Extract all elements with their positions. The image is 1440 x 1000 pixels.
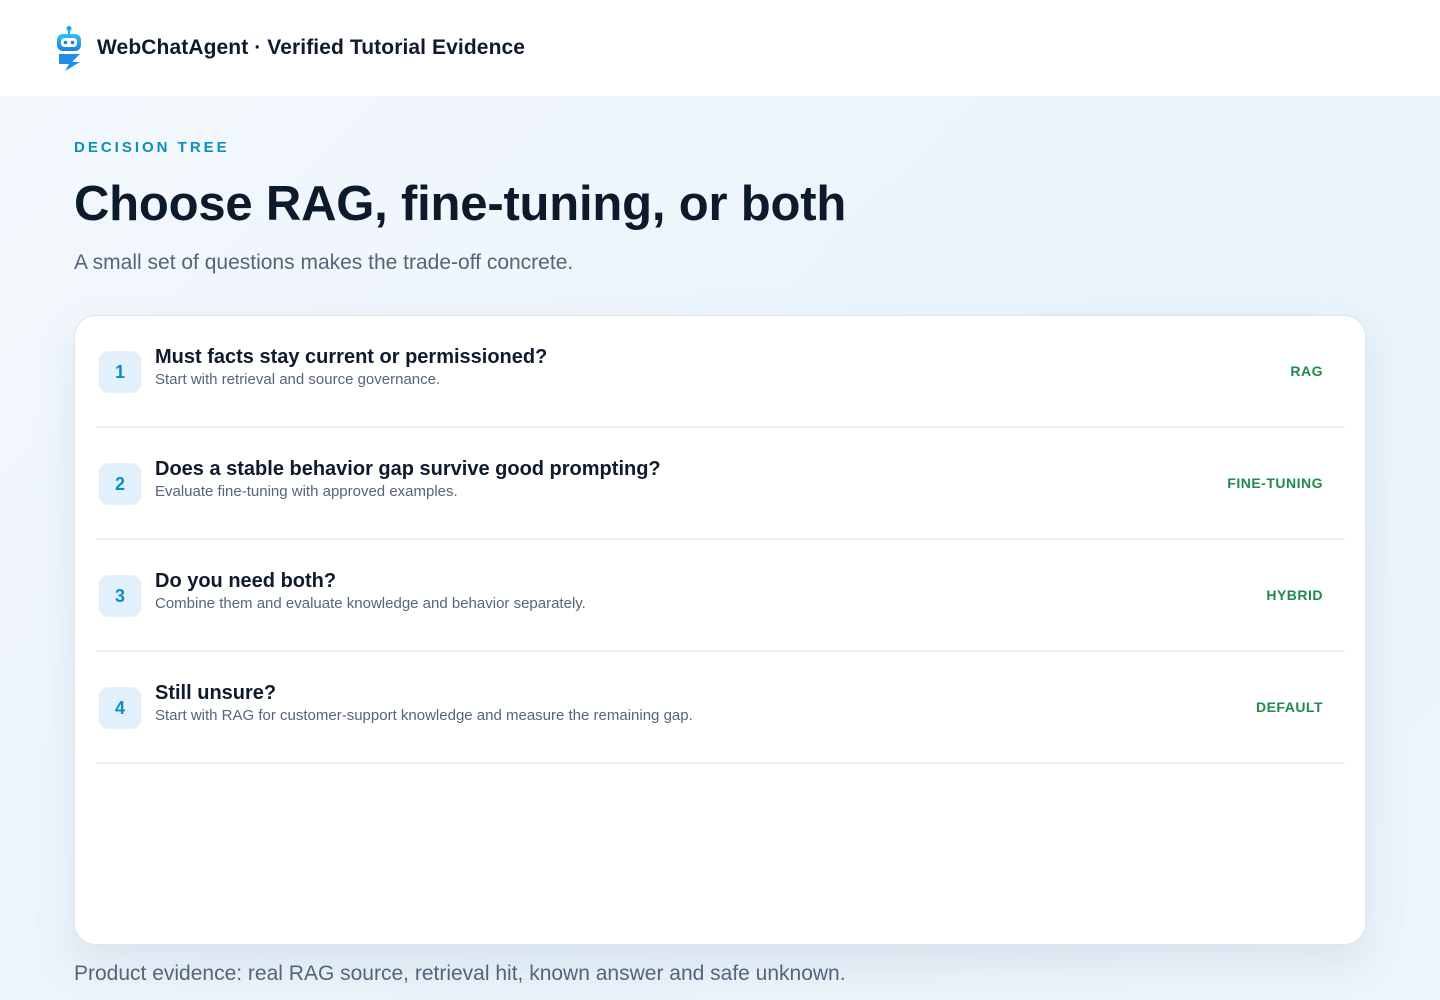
decision-answer: Combine them and evaluate knowledge and … <box>155 595 586 612</box>
decision-row: 4 Still unsure? Start with RAG for custo… <box>97 652 1345 764</box>
decision-tag: FINE-TUNING <box>1227 475 1323 491</box>
section-eyebrow: DECISION TREE <box>74 139 230 156</box>
main-content: DECISION TREE Choose RAG, fine-tuning, o… <box>0 96 1440 1000</box>
step-number-badge: 4 <box>99 687 141 729</box>
decision-question: Must facts stay current or permissioned? <box>155 346 548 368</box>
brand-title: WebChatAgent · Verified Tutorial Evidenc… <box>97 36 526 59</box>
step-number-badge: 3 <box>99 575 141 617</box>
decision-tag: DEFAULT <box>1255 699 1323 715</box>
decision-tag: RAG <box>1290 363 1323 379</box>
step-number-badge: 2 <box>99 463 141 505</box>
decision-row: 3 Do you need both? Combine them and eva… <box>97 540 1345 652</box>
decision-tag: HYBRID <box>1266 587 1323 603</box>
decision-question: Do you need both? <box>155 570 337 592</box>
decision-row: 1 Must facts stay current or permissione… <box>97 316 1345 428</box>
page-subtitle: A small set of questions makes the trade… <box>74 251 574 274</box>
decision-question: Still unsure? <box>155 682 277 704</box>
decision-answer: Start with RAG for customer-support know… <box>155 707 693 724</box>
decision-answer: Evaluate fine-tuning with approved examp… <box>155 483 458 500</box>
decision-question: Does a stable behavior gap survive good … <box>155 458 661 480</box>
decision-answer: Start with retrieval and source governan… <box>155 371 441 388</box>
evidence-footnote: Product evidence: real RAG source, retri… <box>74 962 846 985</box>
page-title: Choose RAG, fine-tuning, or both <box>74 177 847 231</box>
top-bar: WebChatAgent · Verified Tutorial Evidenc… <box>0 0 1440 96</box>
robot-icon <box>57 26 81 71</box>
step-number-badge: 1 <box>99 351 141 393</box>
decision-row: 2 Does a stable behavior gap survive goo… <box>97 428 1345 540</box>
decision-card: 1 Must facts stay current or permissione… <box>74 315 1366 945</box>
